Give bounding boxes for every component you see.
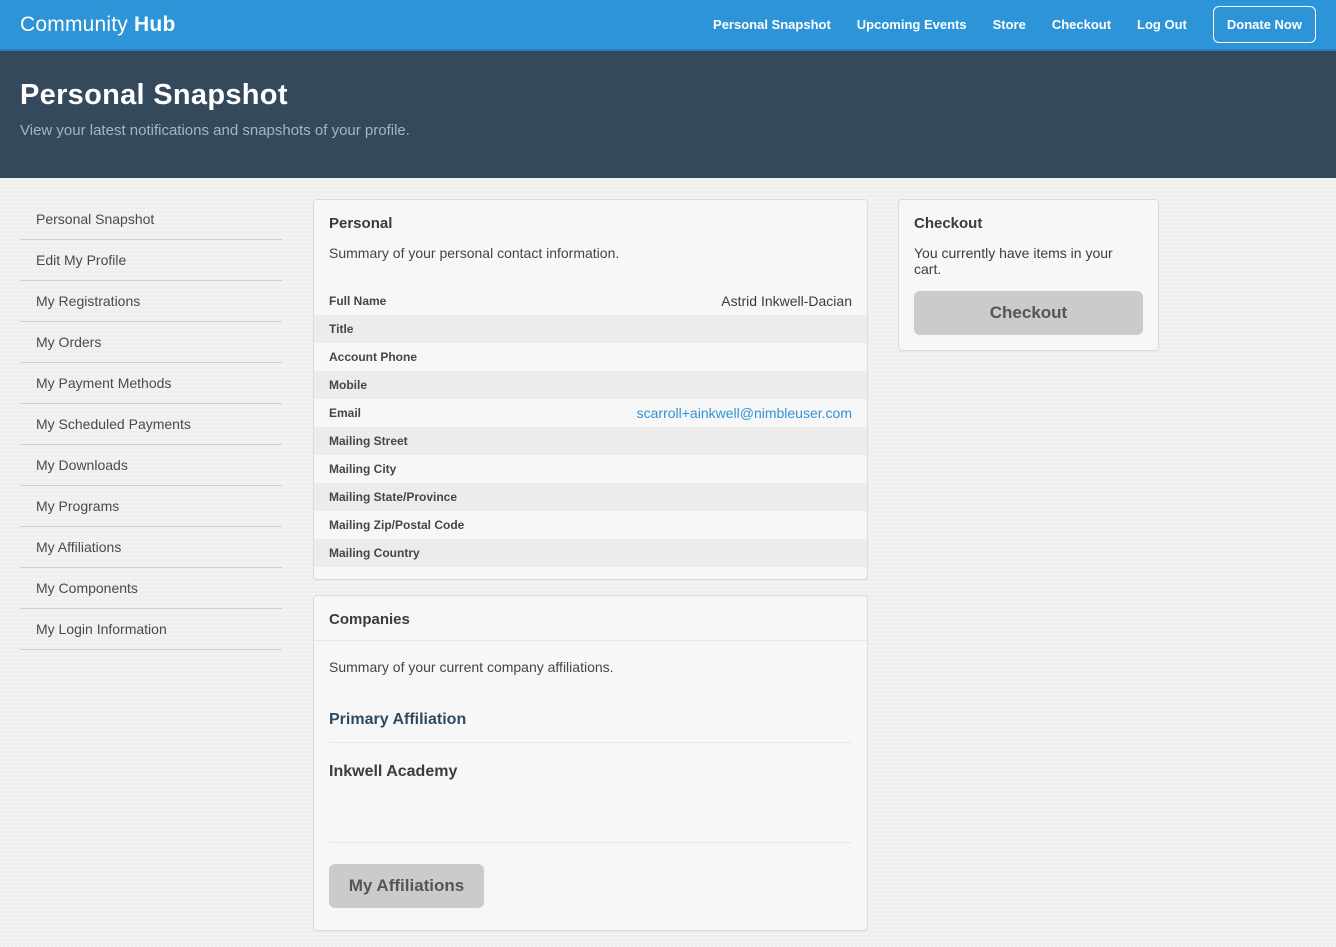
sidebar-item-my-payment-methods[interactable]: My Payment Methods — [20, 363, 282, 404]
right-column: Checkout You currently have items in you… — [898, 199, 1159, 351]
info-label: Mailing City — [329, 462, 396, 476]
companies-divider — [329, 781, 852, 843]
companies-card: Companies Summary of your current compan… — [313, 595, 868, 931]
brand-logo[interactable]: Community Hub — [20, 13, 175, 37]
checkout-message: You currently have items in your cart. — [914, 245, 1143, 277]
info-label: Mailing Country — [329, 546, 420, 560]
page-title: Personal Snapshot — [20, 79, 1316, 112]
personal-card: Personal Summary of your personal contac… — [313, 199, 868, 580]
sidebar-item-personal-snapshot[interactable]: Personal Snapshot — [20, 199, 282, 240]
info-row-mailing-city: Mailing City — [314, 455, 867, 483]
email-link[interactable]: scarroll+ainkwell@nimbleuser.com — [637, 405, 852, 421]
my-affiliations-button[interactable]: My Affiliations — [329, 864, 484, 908]
companies-card-title: Companies — [329, 611, 852, 628]
info-value: Astrid Inkwell-Dacian — [721, 293, 852, 309]
sidebar-item-my-components[interactable]: My Components — [20, 568, 282, 609]
info-label: Mobile — [329, 378, 367, 392]
nav-link-upcoming-events[interactable]: Upcoming Events — [857, 17, 967, 32]
nav-link-checkout[interactable]: Checkout — [1052, 17, 1111, 32]
info-row-full-name: Full Name Astrid Inkwell-Dacian — [314, 287, 867, 315]
sidebar-item-my-login-information[interactable]: My Login Information — [20, 609, 282, 650]
info-label: Mailing Street — [329, 434, 408, 448]
sidebar-item-my-scheduled-payments[interactable]: My Scheduled Payments — [20, 404, 282, 445]
page-header: Personal Snapshot View your latest notif… — [0, 51, 1336, 178]
sidebar-item-my-orders[interactable]: My Orders — [20, 322, 282, 363]
companies-card-description: Summary of your current company affiliat… — [329, 659, 852, 675]
content-area: Personal Snapshot Edit My Profile My Reg… — [0, 178, 1336, 931]
navbar-links: Personal Snapshot Upcoming Events Store … — [713, 6, 1316, 43]
info-row-mailing-street: Mailing Street — [314, 427, 867, 455]
info-row-account-phone: Account Phone — [314, 343, 867, 371]
sidebar-item-my-downloads[interactable]: My Downloads — [20, 445, 282, 486]
sidebar-item-my-affiliations[interactable]: My Affiliations — [20, 527, 282, 568]
info-label: Full Name — [329, 294, 386, 308]
brand-community: Community — [20, 13, 128, 36]
page-subtitle: View your latest notifications and snaps… — [20, 122, 1316, 139]
donate-now-button[interactable]: Donate Now — [1213, 6, 1316, 43]
info-row-mailing-country: Mailing Country — [314, 539, 867, 567]
sidebar-menu: Personal Snapshot Edit My Profile My Reg… — [20, 199, 282, 650]
info-row-email: Email scarroll+ainkwell@nimbleuser.com — [314, 399, 867, 427]
personal-card-title: Personal — [329, 215, 852, 232]
info-label: Email — [329, 406, 361, 420]
nav-link-personal-snapshot[interactable]: Personal Snapshot — [713, 17, 831, 32]
primary-affiliation-value: Inkwell Academy — [329, 743, 852, 781]
checkout-button[interactable]: Checkout — [914, 291, 1143, 335]
checkout-card-title: Checkout — [914, 215, 1143, 232]
info-row-mailing-zip: Mailing Zip/Postal Code — [314, 511, 867, 539]
brand-hub: Hub — [134, 13, 175, 36]
info-label: Mailing Zip/Postal Code — [329, 518, 464, 532]
info-row-mobile: Mobile — [314, 371, 867, 399]
info-label: Title — [329, 322, 353, 336]
primary-affiliation-label: Primary Affiliation — [329, 711, 852, 743]
nav-link-log-out[interactable]: Log Out — [1137, 17, 1187, 32]
nav-link-store[interactable]: Store — [993, 17, 1026, 32]
main-column: Personal Summary of your personal contac… — [313, 199, 868, 931]
info-label: Account Phone — [329, 350, 417, 364]
info-label: Mailing State/Province — [329, 490, 457, 504]
info-row-title: Title — [314, 315, 867, 343]
checkout-card: Checkout You currently have items in you… — [898, 199, 1159, 351]
top-navbar: Community Hub Personal Snapshot Upcoming… — [0, 0, 1336, 51]
sidebar-item-my-registrations[interactable]: My Registrations — [20, 281, 282, 322]
info-row-mailing-state: Mailing State/Province — [314, 483, 867, 511]
sidebar-item-my-programs[interactable]: My Programs — [20, 486, 282, 527]
personal-info-table: Full Name Astrid Inkwell-Dacian Title Ac… — [314, 287, 867, 579]
personal-card-description: Summary of your personal contact informa… — [329, 245, 852, 261]
sidebar-item-edit-my-profile[interactable]: Edit My Profile — [20, 240, 282, 281]
